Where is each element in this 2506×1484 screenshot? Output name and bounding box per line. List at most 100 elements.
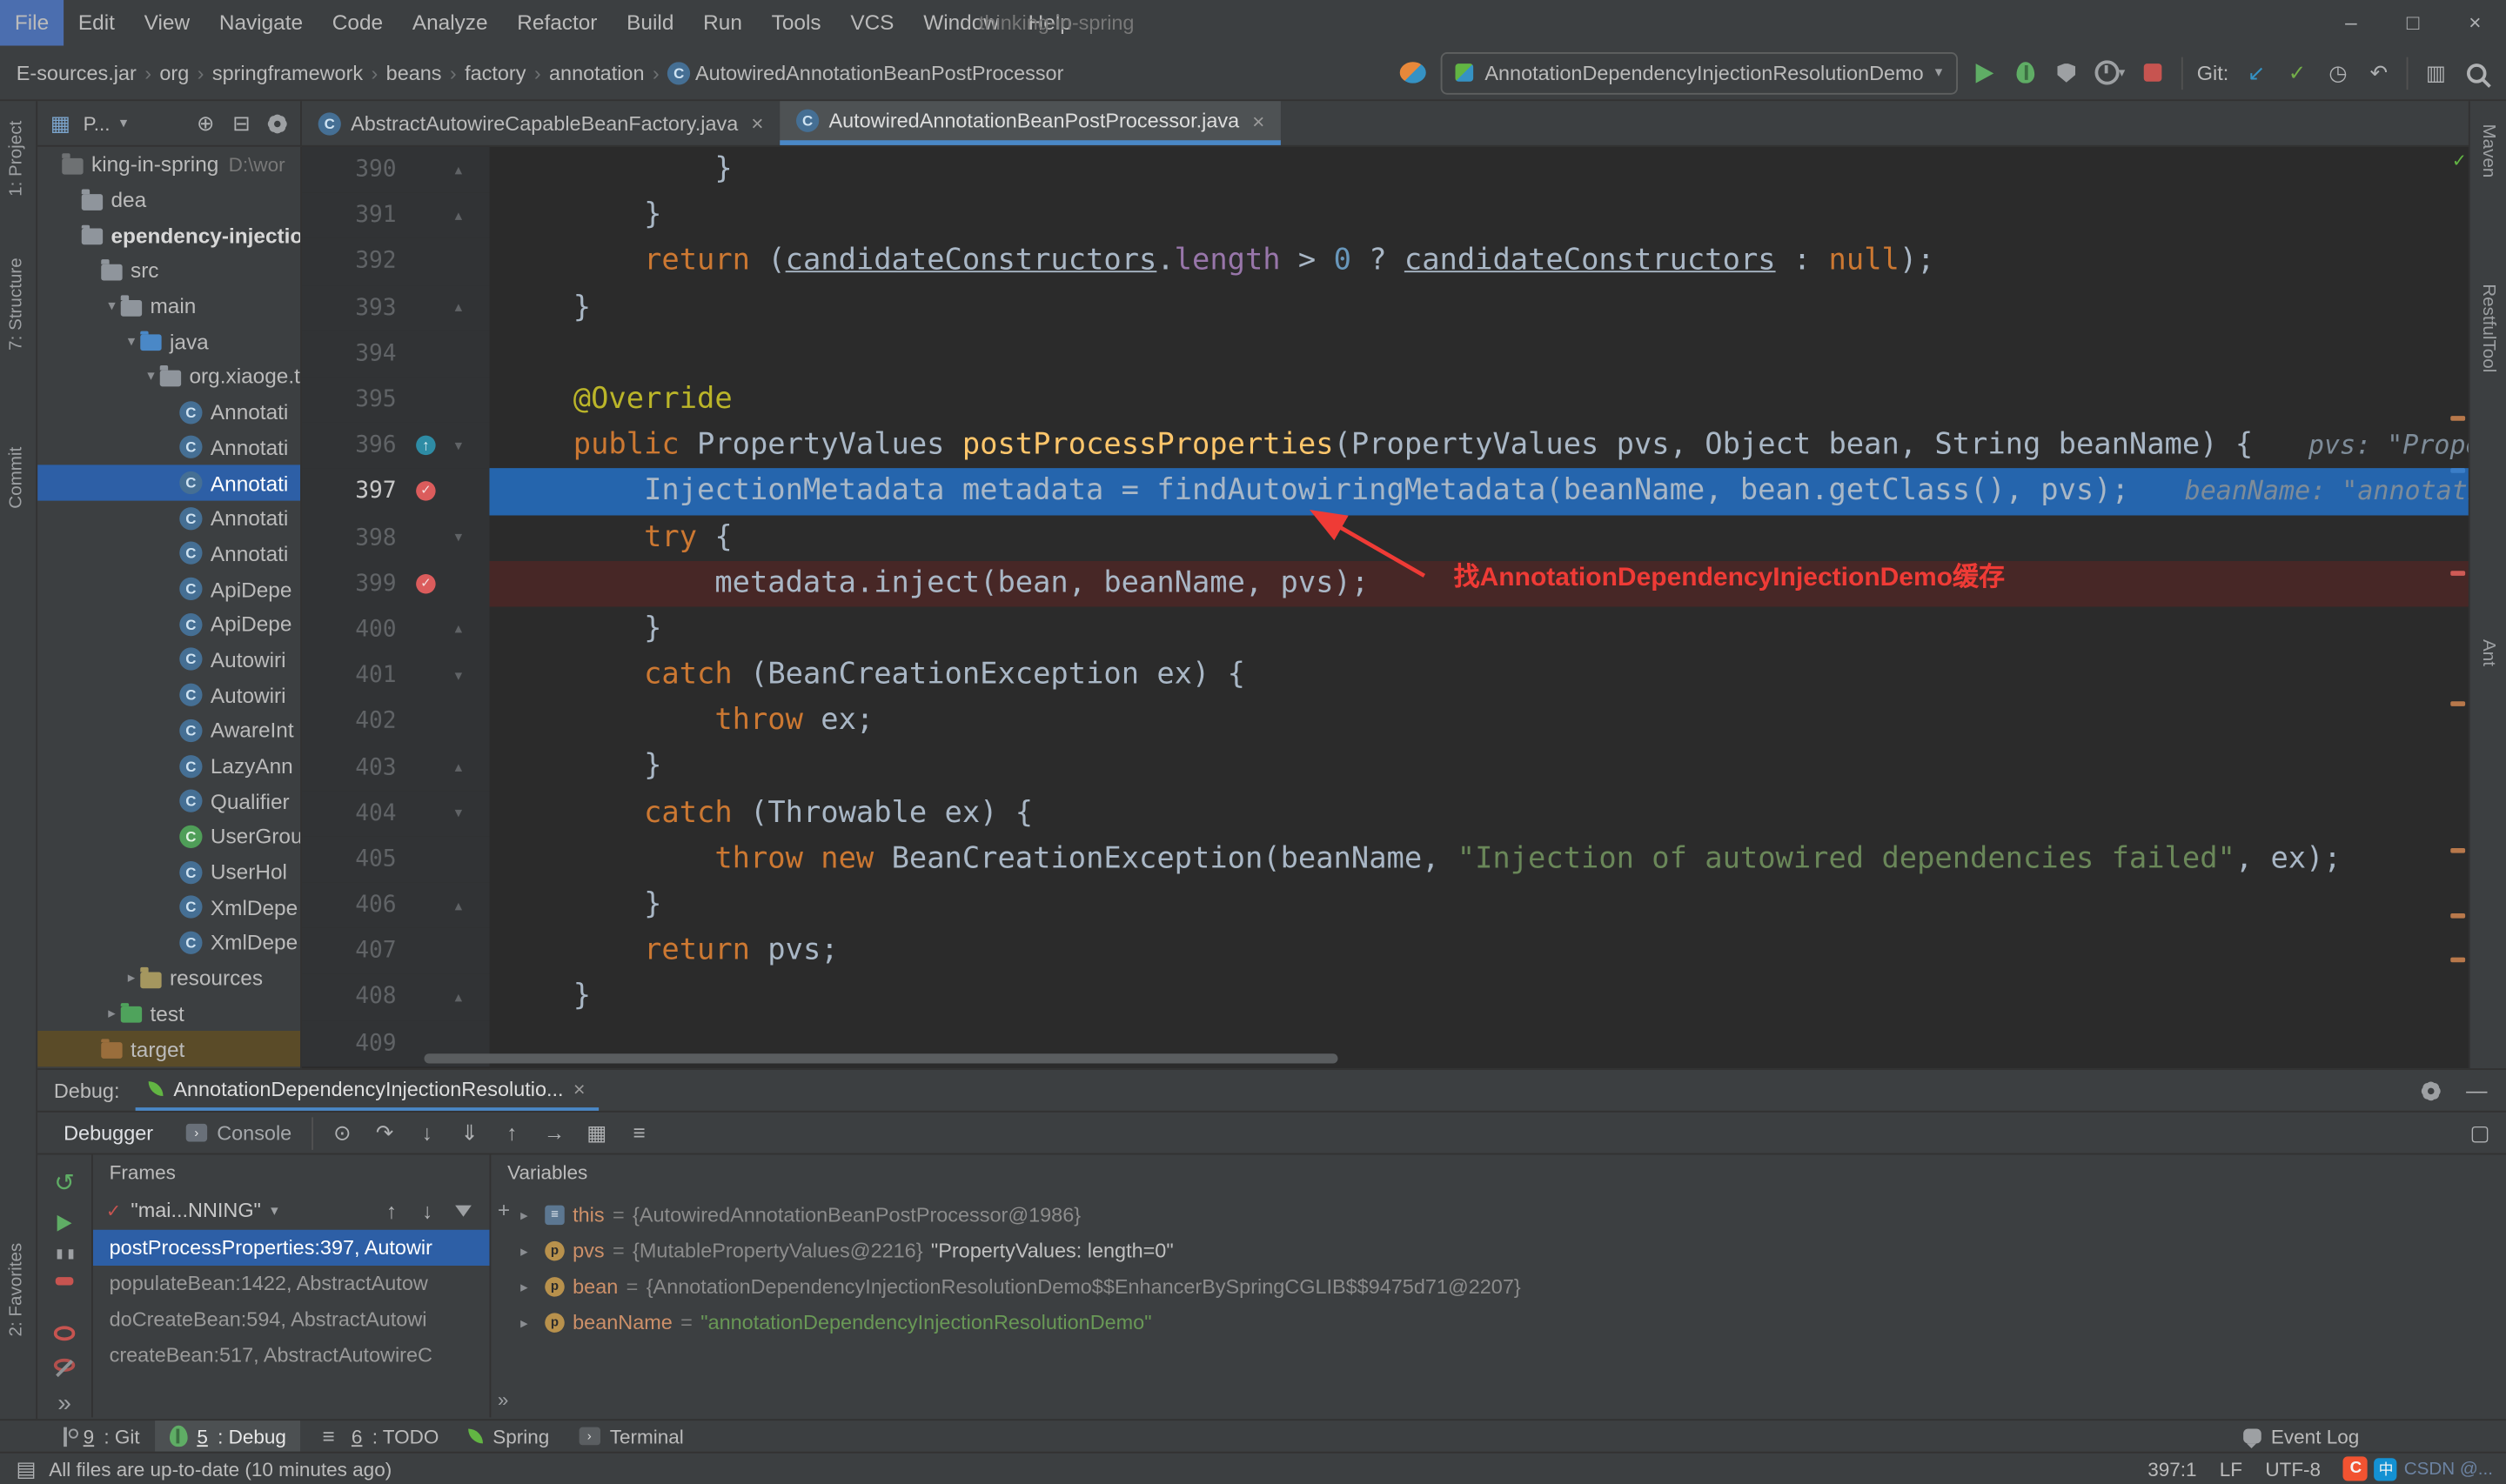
stop-button[interactable]: [2144, 64, 2162, 82]
code-line[interactable]: 406▴ }: [302, 882, 2469, 928]
breadcrumb-item[interactable]: springframework: [212, 61, 363, 84]
frame-row[interactable]: postProcessProperties:397, Autowir: [93, 1230, 490, 1266]
tree-item[interactable]: CAnnotati: [37, 465, 300, 501]
expand-icon[interactable]: ▸: [520, 1207, 537, 1225]
tree-item[interactable]: CAwareInt: [37, 712, 300, 748]
tree-toggle-icon[interactable]: ▸: [123, 969, 141, 987]
code-line[interactable]: 390▴ }: [302, 147, 2469, 193]
editor-tab[interactable]: CAutowiredAnnotationBeanPostProcessor.ja…: [780, 101, 1281, 145]
gutter[interactable]: 404▾: [302, 791, 490, 837]
gutter[interactable]: 400▴: [302, 606, 490, 652]
step-over-icon[interactable]: ↷: [372, 1118, 398, 1147]
tree-item[interactable]: king-in-springD:\wor: [37, 147, 300, 183]
fold-icon[interactable]: ▾: [446, 437, 472, 455]
fold-icon[interactable]: ▴: [446, 207, 472, 225]
tree-toggle-icon[interactable]: ▾: [123, 332, 141, 351]
ruler-mark[interactable]: [2450, 468, 2465, 473]
tree-item[interactable]: CApiDepe: [37, 606, 300, 642]
gutter-icon-zone[interactable]: ↑: [406, 436, 446, 456]
toolwindow-button-todo[interactable]: ≡6: TODO: [301, 1420, 453, 1452]
breadcrumb-item[interactable]: AutowiredAnnotationBeanPostProcessor: [695, 61, 1063, 84]
layout-icon[interactable]: ▥: [2422, 58, 2449, 88]
code-line[interactable]: 393▴ }: [302, 284, 2469, 331]
gutter[interactable]: 392: [302, 238, 490, 284]
tree-item[interactable]: ▸resources: [37, 960, 300, 996]
search-everywhere-icon[interactable]: [2467, 63, 2487, 83]
code-line[interactable]: 398▾ try {: [302, 515, 2469, 561]
force-step-into-icon[interactable]: ⇓: [457, 1118, 483, 1147]
hide-panel-icon[interactable]: —: [2463, 1076, 2489, 1106]
tree-item[interactable]: dea: [37, 182, 300, 217]
project-view-selector[interactable]: P...: [84, 111, 111, 134]
expand-icon[interactable]: ▸: [520, 1278, 537, 1296]
gutter[interactable]: 394: [302, 331, 490, 377]
menu-item-analyze[interactable]: Analyze: [398, 0, 502, 46]
code-editor[interactable]: 390▴ }391▴ }392 return (candidateConstru…: [302, 147, 2469, 1068]
gutter-icon-zone[interactable]: ✓: [406, 482, 446, 502]
debug-button[interactable]: [2017, 62, 2035, 83]
menu-item-code[interactable]: Code: [318, 0, 398, 46]
code-text[interactable]: [490, 331, 2469, 377]
code-text[interactable]: catch (Throwable ex) {: [490, 791, 2469, 837]
file-encoding[interactable]: UTF-8: [2265, 1457, 2321, 1480]
close-icon[interactable]: ×: [573, 1077, 586, 1100]
rollback-icon[interactable]: ↶: [2366, 58, 2392, 88]
pause-icon[interactable]: [57, 1249, 73, 1258]
view-breakpoints-grid-icon[interactable]: ▦: [584, 1118, 610, 1147]
override-marker-icon[interactable]: ↑: [416, 436, 436, 456]
frame-up-icon[interactable]: ↑: [379, 1195, 405, 1225]
tree-toggle-icon[interactable]: ▾: [142, 368, 160, 386]
fold-icon[interactable]: ▴: [446, 298, 472, 317]
variable-row[interactable]: ▸pbeanName = "annotationDependencyInject…: [491, 1305, 2506, 1340]
stripe-button-project[interactable]: 1: Project: [7, 121, 27, 197]
run-button[interactable]: [1976, 63, 1994, 83]
update-project-icon[interactable]: ↙: [2243, 58, 2269, 88]
gutter[interactable]: 393▴: [302, 284, 490, 331]
stripe-button-favorites[interactable]: 2: Favorites: [7, 1243, 27, 1337]
code-text[interactable]: }: [490, 193, 2469, 239]
horizontal-scrollbar[interactable]: [425, 1053, 1338, 1063]
tree-item[interactable]: CXmlDepe: [37, 925, 300, 960]
tree-item[interactable]: CApiDepe: [37, 572, 300, 607]
tree-item[interactable]: CAnnotati: [37, 500, 300, 536]
gutter[interactable]: 407: [302, 928, 490, 974]
tree-item[interactable]: CAutowiri: [37, 642, 300, 678]
code-text[interactable]: }: [490, 606, 2469, 652]
fold-icon[interactable]: ▴: [446, 988, 472, 1006]
menu-item-edit[interactable]: Edit: [64, 0, 130, 46]
ruler-mark[interactable]: [2450, 701, 2465, 706]
tree-item[interactable]: ▾java: [37, 324, 300, 359]
stripe-button-commit[interactable]: Commit: [7, 447, 27, 509]
code-text[interactable]: @Override: [490, 377, 2469, 423]
add-watch-icon[interactable]: +: [498, 1197, 510, 1221]
expand-icon[interactable]: ▸: [520, 1242, 537, 1260]
ruler-mark[interactable]: [2450, 848, 2465, 853]
code-text[interactable]: }: [490, 745, 2469, 791]
frame-row[interactable]: doCreateBean:594, AbstractAutowi: [93, 1301, 490, 1337]
step-into-icon[interactable]: ↓: [414, 1118, 440, 1147]
menu-item-tools[interactable]: Tools: [757, 0, 836, 46]
code-text[interactable]: public PropertyValues postProcessPropert…: [490, 423, 2469, 469]
run-to-cursor-icon[interactable]: →: [541, 1118, 567, 1147]
breadcrumb-item[interactable]: beans: [386, 61, 442, 84]
code-text[interactable]: throw new BeanCreationException(beanName…: [490, 837, 2469, 883]
fold-icon[interactable]: ▾: [446, 805, 472, 823]
code-text[interactable]: catch (BeanCreationException ex) {: [490, 652, 2469, 699]
coverage-button[interactable]: [2057, 63, 2075, 83]
ruler-mark[interactable]: [2450, 958, 2465, 963]
stripe-button-restfultool[interactable]: RestfulTool: [2478, 284, 2498, 372]
code-line[interactable]: 392 return (candidateConstructors.length…: [302, 238, 2469, 284]
code-text[interactable]: InjectionMetadata metadata = findAutowir…: [490, 469, 2469, 515]
show-more-icon[interactable]: »: [498, 1388, 509, 1411]
toolwindow-button-spring[interactable]: Spring: [453, 1420, 564, 1452]
history-icon[interactable]: ◷: [2325, 58, 2351, 88]
gutter[interactable]: 399✓: [302, 560, 490, 606]
tree-toggle-icon[interactable]: ▾: [103, 297, 121, 315]
toolwindow-toggle-icon[interactable]: ▤: [13, 1454, 39, 1484]
expand-icon[interactable]: ▸: [520, 1314, 537, 1332]
tree-item[interactable]: ▾org.xiaoge.t: [37, 359, 300, 395]
code-text[interactable]: try {: [490, 515, 2469, 561]
code-text[interactable]: }: [490, 284, 2469, 331]
gutter[interactable]: 395: [302, 377, 490, 423]
tree-item[interactable]: target: [37, 1031, 300, 1066]
